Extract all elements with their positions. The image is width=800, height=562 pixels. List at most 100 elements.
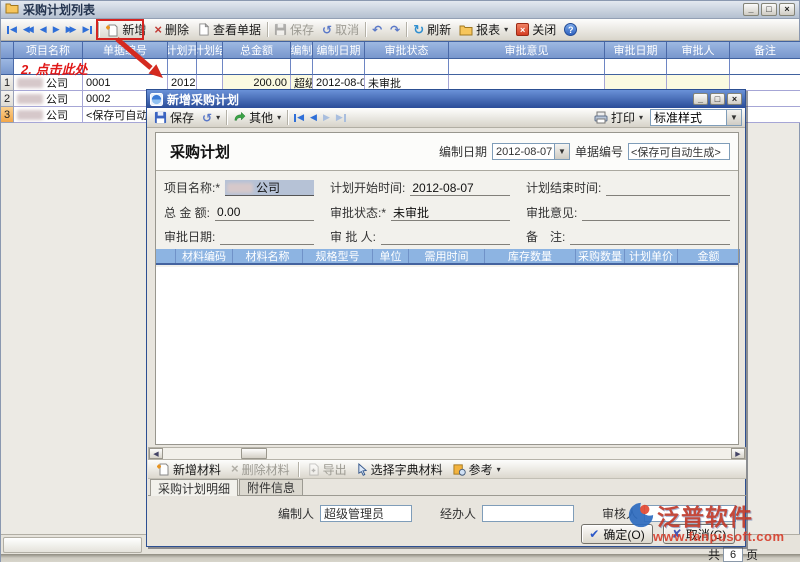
dialog-first-button[interactable]: ◀ [290, 111, 307, 124]
grid-column-header[interactable]: 总金额 [223, 42, 291, 58]
detail-column-header[interactable]: 需用时间 [409, 249, 485, 263]
filter-cell[interactable] [667, 59, 730, 75]
window-titlebar: 采购计划列表 _ □ × [1, 1, 799, 19]
detail-column-header[interactable]: 计划单价 [625, 249, 678, 263]
filter-cell[interactable] [365, 59, 449, 75]
watermark-url: www.fanpusoft.com [653, 529, 799, 544]
detail-column-header[interactable]: 材料名称 [233, 249, 303, 263]
compile-date-label: 编制日期 [439, 143, 487, 160]
detail-column-header[interactable]: 规格型号 [303, 249, 373, 263]
plan-end-field[interactable] [606, 180, 730, 196]
filter-cell[interactable] [730, 59, 800, 75]
dialog-icon [150, 93, 163, 106]
pager-suffix: 页 [746, 546, 758, 562]
doc-no-field[interactable]: <保存可自动生成> [628, 143, 730, 160]
new-doc-icon [156, 462, 170, 476]
grid-column-header[interactable]: 审批人 [667, 42, 730, 58]
row-number[interactable]: 2 [1, 91, 14, 107]
help-button[interactable]: ? [560, 22, 581, 37]
grid-column-header[interactable]: 审批状态 [365, 42, 449, 58]
note-field[interactable] [570, 229, 730, 245]
last-page-button[interactable]: ▶ [79, 23, 96, 36]
project-name-field[interactable]: 公司 [225, 180, 314, 196]
filter-cell[interactable] [313, 59, 365, 75]
grid-column-header[interactable]: 编制 [291, 42, 313, 58]
dialog-title: 新增采购计划 [167, 91, 239, 108]
add-material-button[interactable]: 新增材料 [152, 460, 225, 479]
material-grid-body[interactable] [156, 267, 738, 444]
filter-cell[interactable] [605, 59, 667, 75]
detail-column-header[interactable]: 单位 [373, 249, 409, 263]
compiler-field[interactable]: 超级管理员 [320, 505, 412, 522]
document-form: 项目名称:*公司 计划开始时间:2012-08-07 计划结束时间: 总 金 额… [156, 172, 738, 248]
filter-cell[interactable] [197, 59, 223, 75]
print-button[interactable]: 打印▾ [590, 108, 647, 127]
project-name-cell: 公司 [14, 91, 83, 107]
approve-status-field[interactable]: 未审批 [391, 205, 510, 221]
report-button[interactable]: 报表▾ [455, 20, 512, 39]
view-doc-button[interactable]: 查看单据 [193, 20, 265, 39]
undo-icon: ↺ [322, 23, 332, 37]
grid-column-header[interactable]: 审批意见 [449, 42, 605, 58]
first-page-button[interactable]: ◀ [3, 23, 20, 36]
form-field-approve-status: 审批状态:*未审批 [330, 199, 510, 223]
grid-column-header[interactable]: 计划结 [197, 42, 223, 58]
tab-purchase-plan-detail[interactable]: 采购计划明细 [150, 479, 238, 496]
detail-column-header[interactable]: 材料编码 [176, 249, 233, 263]
scroll-right-icon[interactable]: ▶ [731, 448, 745, 459]
close-icon[interactable]: × [779, 3, 795, 16]
prev-button[interactable]: ◀ [37, 23, 50, 36]
approve-date-field[interactable] [220, 229, 314, 245]
detail-column-header[interactable]: 金额 [678, 249, 740, 263]
row-number[interactable]: 1 [1, 75, 14, 91]
next-button[interactable]: ▶ [50, 23, 63, 36]
compile-date-combobox[interactable]: 2012-08-07 ▼ [492, 143, 570, 160]
filter-cell[interactable] [223, 59, 291, 75]
tab-attachment-info[interactable]: 附件信息 [239, 479, 303, 495]
scrollbar-thumb[interactable] [241, 448, 267, 459]
dialog-save-button[interactable]: 保存 [150, 108, 198, 127]
filter-cell[interactable] [291, 59, 313, 75]
form-field-project: 项目名称:*公司 [164, 175, 314, 199]
refresh-button[interactable]: ↻ 刷新 [409, 20, 455, 39]
compiler-label: 编制人 [278, 505, 314, 522]
dialog-other-button[interactable]: 其他▾ [229, 108, 285, 127]
filter-cell[interactable] [449, 59, 605, 75]
detail-column-header[interactable]: 采购数量 [576, 249, 625, 263]
form-field-plan-start: 计划开始时间:2012-08-07 [330, 175, 510, 199]
document-panel: 采购计划 编制日期 2012-08-07 ▼ 单据编号 <保存可自动生成> 项目… [155, 132, 739, 445]
grid-column-header[interactable]: 备注 [730, 42, 800, 58]
redacted-company-blur [17, 78, 43, 88]
row-number[interactable]: 3 [1, 107, 14, 123]
close-icon[interactable]: × [727, 93, 742, 105]
grid-column-header[interactable]: 项目名称 [14, 42, 83, 58]
maximize-icon[interactable]: □ [761, 3, 777, 16]
fast-prev-button[interactable]: ◀◀ [20, 23, 37, 36]
handler-field[interactable] [482, 505, 574, 522]
reference-button[interactable]: 参考▾ [449, 460, 505, 479]
minimize-icon[interactable]: _ [693, 93, 708, 105]
plan-start-field[interactable]: 2012-08-07 [410, 180, 510, 196]
maximize-icon[interactable]: □ [710, 93, 725, 105]
pager-prefix: 共 [708, 546, 720, 562]
horizontal-scrollbar[interactable]: ◀ ▶ [148, 447, 746, 460]
dialog-titlebar: 新增采购计划 _ □ × [147, 90, 745, 108]
approver-field[interactable] [381, 229, 510, 245]
dialog-undo-button[interactable]: ↺▾ [198, 110, 224, 126]
close-button[interactable]: × 关闭 [512, 20, 560, 39]
total-amount-field[interactable]: 0.00 [215, 205, 314, 221]
print-style-combobox[interactable]: 标准样式 ▼ [650, 109, 742, 126]
fast-next-button[interactable]: ▶▶ [63, 23, 80, 36]
minimize-icon[interactable]: _ [743, 3, 759, 16]
grid-column-header[interactable]: 编制日期 [313, 42, 365, 58]
detail-column-header[interactable]: 库存数量 [485, 249, 576, 263]
grid-column-header[interactable]: 审批日期 [605, 42, 667, 58]
chevron-down-icon[interactable]: ▼ [554, 144, 569, 159]
scroll-left-icon[interactable]: ◀ [149, 448, 163, 459]
dialog-prev-button[interactable]: ◀ [307, 111, 320, 124]
form-field-approver: 审 批 人: [330, 224, 510, 248]
chevron-down-icon[interactable]: ▼ [726, 110, 741, 125]
save-icon [154, 111, 167, 124]
select-dict-material-button[interactable]: 选择字典材料 [353, 460, 447, 479]
approve-opinion-field[interactable] [582, 205, 730, 221]
